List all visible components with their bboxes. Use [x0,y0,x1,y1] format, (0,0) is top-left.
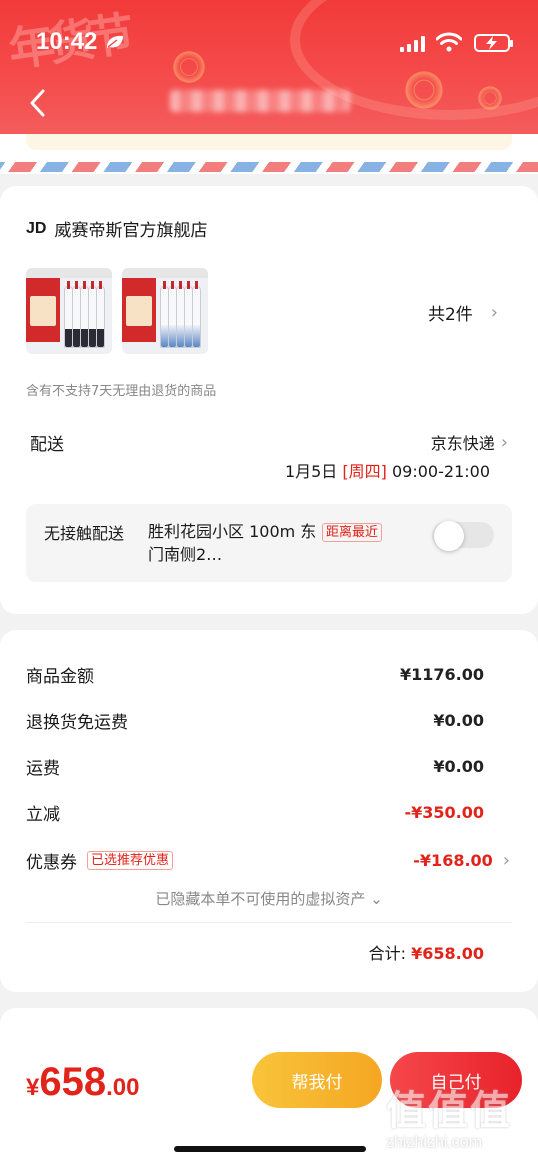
item-count-label: 共2件 [427,305,473,325]
summary-label: 立减 [26,805,60,825]
delivery-time[interactable]: 1月5日 [周四] 09:00-21:00 [285,458,490,482]
help-me-pay-button[interactable]: 帮我付 [252,1052,382,1108]
currency-symbol: ¥ [26,1074,40,1101]
summary-row: 退换货免运费 ¥0.00 [26,708,484,733]
watermark-glyphs: 值值值 [386,1088,512,1134]
summary-row: 立减 -¥350.00 [26,800,484,825]
summary-label: 运费 [26,759,60,779]
header: 年货节 10:42 [0,0,538,134]
order-items-card: JD 威赛帝斯官方旗舰店 共2件 › 含有不支持7天无理由退货的商品 配送 京东… [0,186,538,614]
dropoff-location: 胜利花园小区 100m 东门南侧2… [148,522,317,564]
summary-label: 退换货免运费 [26,713,128,733]
watermark-url: zhizhizhi.com [386,1134,483,1151]
delivery-window: 09:00-21:00 [392,462,490,481]
firework-decoration [470,78,510,118]
coupon-value: -¥168.00 [413,851,493,870]
discount-value: -¥350.00 [404,803,484,822]
jd-logo: JD [26,219,47,237]
chevron-right-icon: › [500,431,508,453]
summary-row: 商品金额 ¥1176.00 [26,662,484,687]
order-total: 合计: ¥658.00 [369,940,484,964]
battery-icon [474,34,513,52]
coupon-label: 优惠券 [26,853,77,873]
hidden-assets-toggle[interactable]: 已隐藏本单不可使用的虚拟资产 ⌄ [0,888,538,909]
status-bar: 10:42 [0,26,538,60]
site-watermark: 值值值 zhizhizhi.com [386,1078,536,1162]
back-arrow-icon[interactable] [26,88,52,118]
distance-tag: 距离最近 [322,523,383,542]
contactless-delivery-box: 无接触配送 胜利花园小区 100m 东门南侧2… 距离最近 [26,504,512,582]
delivery-date: 1月5日 [284,462,338,481]
firework-decoration [392,58,456,122]
contactless-toggle[interactable] [432,521,494,551]
summary-value: ¥0.00 [433,711,484,730]
coupon-row[interactable]: 优惠券 已选推荐优惠 -¥168.00 › [26,848,510,873]
chevron-right-icon: › [490,302,498,323]
address-highlight [26,134,512,150]
chevron-right-icon: › [502,850,510,871]
summary-row: 运费 ¥0.00 [26,754,484,779]
product-thumbnail[interactable] [122,268,208,354]
home-indicator[interactable] [174,1146,366,1152]
price-summary-card: 商品金额 ¥1176.00 退换货免运费 ¥0.00 运费 ¥0.00 立减 -… [0,630,538,992]
cellular-signal-icon [400,36,425,52]
product-thumbnail[interactable] [26,268,112,354]
delivery-weekday: [周四] [342,462,387,481]
payable-amount: ¥658.00 [26,1060,139,1105]
carrier-name: 京东快递 [430,434,495,453]
wifi-icon [436,32,462,52]
chevron-down-icon: ⌄ [370,890,383,908]
summary-label: 商品金额 [26,667,94,687]
contactless-label: 无接触配送 [44,524,125,543]
amount-integer: 658 [39,1060,107,1104]
status-time: 10:42 [36,28,98,55]
item-count[interactable]: 共2件 › [428,300,498,325]
store-header[interactable]: JD 威赛帝斯官方旗舰店 [26,216,208,242]
amount-decimal: .00 [106,1074,140,1101]
blurred-page-title [170,90,350,112]
coupon-tag: 已选推荐优惠 [87,851,174,870]
toggle-knob [434,521,464,551]
divider [26,922,512,923]
summary-value: ¥1176.00 [399,665,484,684]
hidden-assets-note: 已隐藏本单不可使用的虚拟资产 [155,890,366,908]
total-label: 合计: [368,944,407,963]
leaf-icon [107,35,123,48]
shipping-label: 配送 [30,435,64,455]
total-amount: ¥658.00 [411,944,484,963]
summary-value: ¥0.00 [433,757,484,776]
envelope-stripe [0,162,538,172]
return-policy-note: 含有不支持7天无理由退货的商品 [26,384,217,399]
shipping-carrier[interactable]: 京东快递 › [431,430,508,454]
store-name: 威赛帝斯官方旗舰店 [54,221,208,241]
